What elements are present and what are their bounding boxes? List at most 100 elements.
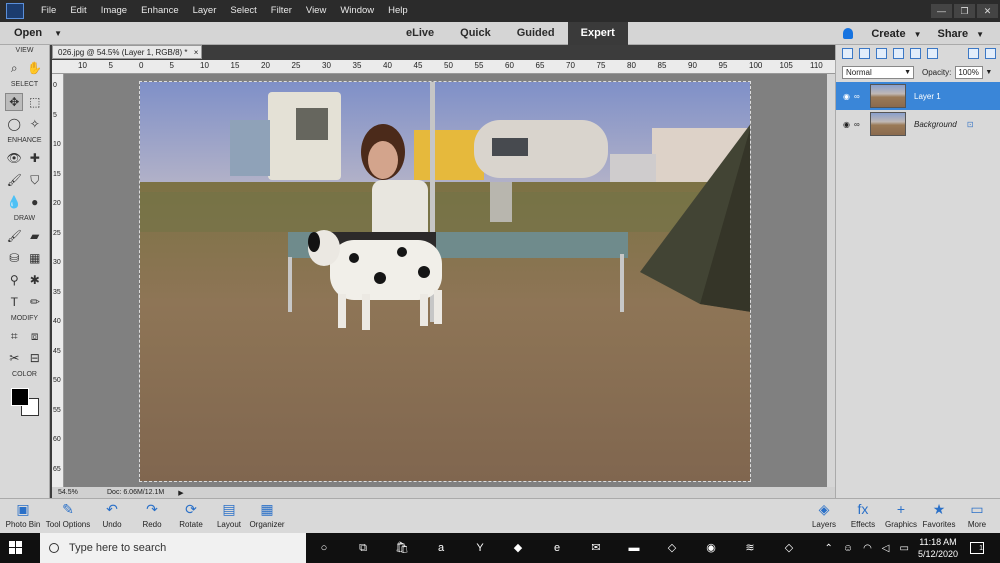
more-panel-button[interactable]: ▭ More — [954, 501, 1000, 529]
menu-edit[interactable]: Edit — [63, 0, 93, 22]
vertical-scrollbar[interactable] — [827, 74, 835, 487]
tab-expert[interactable]: Expert — [567, 22, 628, 45]
canvas-workspace[interactable] — [64, 74, 827, 487]
panel-menu-icon[interactable] — [985, 48, 996, 59]
gradient-tool-icon[interactable]: ▦ — [26, 249, 44, 267]
button-label: More — [967, 520, 987, 529]
tab-guided[interactable]: Guided — [504, 22, 568, 45]
menu-select[interactable]: Select — [223, 0, 263, 22]
paint-bucket-icon[interactable]: ⛁ — [5, 249, 23, 267]
explorer-icon[interactable]: ▬ — [624, 538, 644, 558]
keyboard-icon[interactable]: ▭ — [900, 543, 909, 554]
menu-image[interactable]: Image — [94, 0, 134, 22]
app-icon[interactable]: ≋ — [740, 538, 760, 558]
notifications-icon[interactable]: 1 — [970, 542, 984, 554]
wifi-icon[interactable]: ◠ — [863, 543, 872, 554]
document-tab[interactable]: 026.jpg @ 54.5% (Layer 1, RGB/8) * × — [52, 45, 202, 59]
quick-selection-tool-icon[interactable]: ✧ — [26, 115, 44, 133]
elements-icon[interactable]: ◇ — [662, 538, 682, 558]
chrome-icon[interactable]: ◉ — [701, 538, 721, 558]
store-icon[interactable]: 🛍 — [392, 538, 412, 558]
cortana-icon[interactable]: ○ — [314, 538, 334, 558]
move-tool-icon[interactable]: ✥ — [5, 93, 24, 111]
blur-tool-icon[interactable]: 💧 — [5, 193, 23, 211]
menu-enhance[interactable]: Enhance — [134, 0, 186, 22]
type-tool-icon[interactable]: T — [5, 293, 23, 311]
ruler-tick: 60 — [53, 436, 61, 443]
people-icon[interactable]: ☺ — [843, 543, 853, 554]
eye-icon[interactable]: ◉ — [843, 120, 851, 129]
lock-all-icon[interactable] — [910, 48, 921, 59]
chevron-up-icon[interactable]: ⌃ — [824, 543, 832, 554]
menu-layer[interactable]: Layer — [186, 0, 224, 22]
pencil-tool-icon[interactable]: ✏ — [26, 293, 44, 311]
sponge-tool-icon[interactable]: ● — [26, 193, 44, 211]
elements-editor-icon[interactable]: ◇ — [779, 538, 799, 558]
dropbox-icon[interactable]: ◆ — [508, 538, 528, 558]
recompose-tool-icon[interactable]: ⧈ — [26, 327, 44, 345]
amazon-icon[interactable]: a — [431, 538, 451, 558]
new-layer-icon[interactable] — [842, 48, 853, 59]
create-button[interactable]: Create ▼ — [871, 28, 921, 40]
share-button[interactable]: Share ▼ — [938, 28, 985, 40]
organizer-button[interactable]: ▦ Organizer — [244, 501, 290, 529]
content-aware-move-icon[interactable]: ✂ — [5, 349, 23, 367]
taskbar-search-input[interactable]: Type here to search — [40, 533, 306, 563]
layer-row-background[interactable]: ◉ ∞ Background ⊡ — [836, 110, 1000, 138]
link-icon[interactable]: ∞ — [854, 120, 862, 129]
task-view-icon[interactable]: ⧉ — [353, 538, 373, 558]
zoom-tool-icon[interactable]: ⌕ — [5, 59, 23, 77]
windows-start-icon[interactable] — [9, 541, 23, 555]
menu-help[interactable]: Help — [381, 0, 415, 22]
smart-brush-icon[interactable]: 🖌 — [5, 171, 23, 189]
opacity-input[interactable]: 100% — [955, 65, 984, 79]
menu-filter[interactable]: Filter — [264, 0, 299, 22]
close-button[interactable]: ✕ — [977, 4, 998, 18]
marquee-tool-icon[interactable]: ⬚ — [26, 93, 44, 111]
lasso-tool-icon[interactable]: ◯ — [5, 115, 23, 133]
yahoo-icon[interactable]: Y — [470, 538, 490, 558]
layer-row-layer-1[interactable]: ◉ ∞ Layer 1 — [836, 82, 1000, 110]
foreground-color-swatch[interactable] — [11, 388, 29, 406]
menu-window[interactable]: Window — [333, 0, 381, 22]
red-eye-tool-icon[interactable]: 👁 — [5, 149, 23, 167]
lock-icon[interactable]: ⊡ — [967, 120, 974, 129]
eyedropper-icon[interactable]: ⚲ — [5, 271, 23, 289]
menu-view[interactable]: View — [299, 0, 333, 22]
ruler-tick: 10 — [53, 141, 61, 148]
zoom-level[interactable]: 54.5% — [52, 489, 87, 496]
eye-icon[interactable]: ◉ — [843, 92, 851, 101]
chevron-down-icon[interactable]: ▼ — [985, 69, 992, 76]
open-button[interactable]: Open ▼ — [0, 27, 90, 39]
brush-tool-icon[interactable]: 🖌 — [5, 227, 23, 245]
tab-close-icon[interactable]: × — [194, 48, 199, 57]
straighten-tool-icon[interactable]: ⊟ — [26, 349, 44, 367]
delete-layer-icon[interactable] — [968, 48, 979, 59]
healing-brush-icon[interactable]: ✚ — [26, 149, 44, 167]
hand-tool-icon[interactable]: ✋ — [26, 59, 44, 77]
status-menu-arrow-icon[interactable]: ▶ — [178, 489, 183, 497]
minimize-button[interactable]: — — [931, 4, 952, 18]
blend-mode-select[interactable]: Normal ▼ — [842, 65, 914, 79]
layer-mask-icon[interactable] — [876, 48, 887, 59]
new-fill-layer-icon[interactable] — [859, 48, 870, 59]
photo-canvas[interactable] — [139, 81, 751, 482]
mail-icon[interactable]: ✉ — [586, 538, 606, 558]
lock-transparency-icon[interactable] — [893, 48, 904, 59]
bell-icon[interactable] — [843, 28, 854, 39]
restore-button[interactable]: ❐ — [954, 4, 975, 18]
clock[interactable]: 11:18 AM 5/12/2020 — [918, 536, 958, 560]
crop-tool-icon[interactable]: ⌗ — [5, 327, 23, 345]
tool-options-button[interactable]: ✎ Tool Options — [45, 501, 91, 529]
photo-bin-button[interactable]: ▣ Photo Bin — [0, 501, 46, 529]
eraser-tool-icon[interactable]: ▰ — [26, 227, 44, 245]
custom-shape-icon[interactable]: ✱ — [26, 271, 44, 289]
tab-elive[interactable]: eLive — [393, 22, 447, 45]
tab-quick[interactable]: Quick — [447, 22, 504, 45]
link-layers-icon[interactable] — [927, 48, 938, 59]
clone-stamp-icon[interactable]: ⛉ — [26, 171, 44, 189]
menu-file[interactable]: File — [34, 0, 63, 22]
link-icon[interactable]: ∞ — [854, 92, 862, 101]
volume-icon[interactable]: ◁ — [882, 543, 890, 554]
edge-icon[interactable]: e — [547, 538, 567, 558]
